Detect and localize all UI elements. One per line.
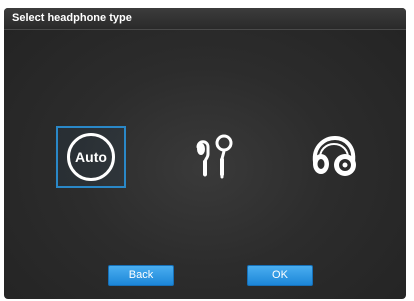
earbuds-option[interactable]	[180, 126, 250, 188]
headphones-icon	[312, 135, 356, 176]
auto-option[interactable]: Auto	[56, 126, 126, 188]
headphones-option[interactable]	[299, 126, 369, 188]
dialog-title: Select headphone type	[12, 12, 132, 24]
ok-button[interactable]: OK	[247, 265, 313, 286]
earbuds-icon	[196, 134, 233, 179]
back-button[interactable]: Back	[108, 265, 174, 286]
auto-icon: Auto	[67, 133, 115, 181]
auto-label: Auto	[75, 149, 107, 165]
headphone-type-dialog: Select headphone type Auto Back OK	[4, 8, 406, 299]
title-bar: Select headphone type	[4, 8, 406, 30]
